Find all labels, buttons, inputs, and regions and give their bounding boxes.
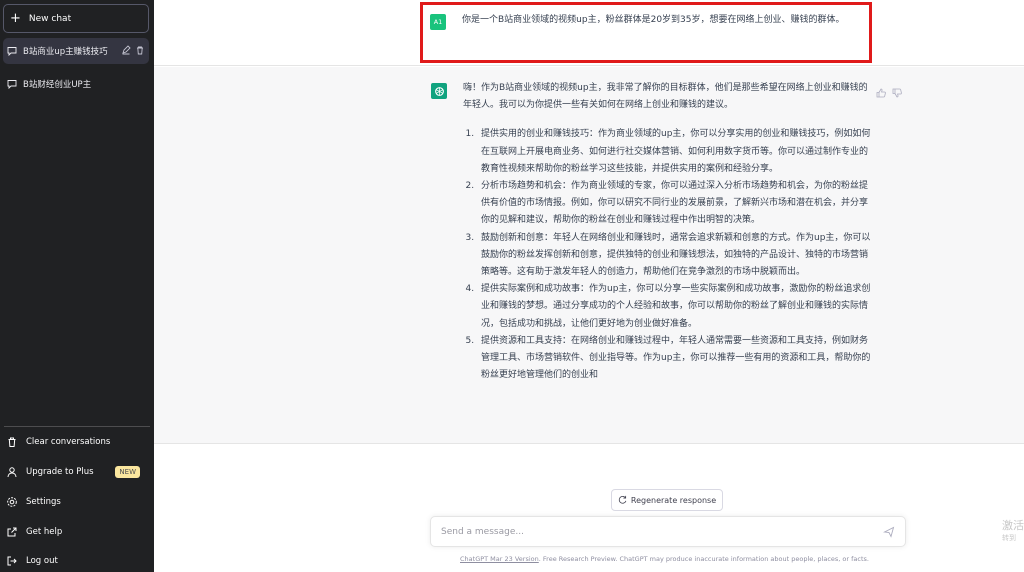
windows-activation-watermark: 激活 转到: [1002, 520, 1024, 544]
user-avatar: A1: [430, 14, 446, 30]
sidebar: + New chat B站商业up主赚钱技巧 B站财经创业UP主 Clear c…: [0, 0, 154, 572]
chatgpt-app: + New chat B站商业up主赚钱技巧 B站财经创业UP主 Clear c…: [0, 0, 1024, 572]
list-item: 提供实际案例和成功故事：作为up主，你可以分享一些实际案例和成功故事，激励你的粉…: [477, 281, 871, 333]
thumbs-up-icon[interactable]: [876, 83, 886, 102]
edit-icon[interactable]: [121, 44, 131, 58]
thumbs-down-icon[interactable]: [892, 83, 902, 102]
list-item: 提供资源和工具支持：在网络创业和赚钱过程中，年轻人通常需要一些资源和工具支持，例…: [477, 333, 871, 385]
upgrade-label: Upgrade to Plus: [26, 467, 94, 477]
upgrade-to-plus-button[interactable]: Upgrade to Plus NEW: [4, 460, 150, 484]
user-message-row: A1 你是一个B站商业领域的视频up主，粉丝群体是20岁到35岁，想要在网络上创…: [154, 0, 1024, 66]
delete-icon[interactable]: [135, 45, 145, 58]
external-link-icon: [6, 526, 18, 538]
footer-disclaimer: ChatGPT Mar 23 Version. Free Research Pr…: [460, 555, 880, 563]
user-icon: [6, 466, 18, 478]
logout-icon: [6, 555, 18, 567]
watermark-line1: 激活: [1002, 519, 1024, 532]
list-item: 分析市场趋势和机会：作为商业领域的专家，你可以通过深入分析市场趋势和机会，为你的…: [477, 178, 871, 230]
message-input[interactable]: [441, 523, 871, 541]
new-badge: NEW: [115, 466, 140, 478]
logout-label: Log out: [26, 556, 58, 566]
list-item: 鼓励创新和创意：年轻人在网络创业和赚钱时，通常会追求新颖和创意的方式。作为up主…: [477, 230, 871, 282]
footer-text: . Free Research Preview. ChatGPT may pro…: [538, 555, 869, 563]
chat-bubble-icon: [7, 79, 17, 89]
clear-conversations-button[interactable]: Clear conversations: [4, 430, 150, 454]
new-chat-label: New chat: [28, 13, 72, 24]
version-link[interactable]: ChatGPT Mar 23 Version: [460, 555, 539, 563]
assistant-message: 嗨！作为B站商业领域的视频up主，我非常了解你的目标群体，他们是那些希望在网络上…: [463, 80, 871, 384]
clear-label: Clear conversations: [26, 437, 111, 447]
watermark-line2: 转到: [1002, 534, 1016, 542]
conversation-label: B站商业up主赚钱技巧: [23, 47, 108, 57]
log-out-button[interactable]: Log out: [4, 549, 150, 572]
gear-icon: [6, 496, 18, 508]
new-chat-button[interactable]: + New chat: [3, 4, 149, 33]
sidebar-divider: [4, 426, 150, 427]
user-message: 你是一个B站商业领域的视频up主，粉丝群体是20岁到35岁，想要在网络上创业、赚…: [462, 15, 845, 25]
plus-icon: +: [10, 11, 21, 26]
assistant-list: 提供实用的创业和赚钱技巧：作为商业领域的up主，你可以分享实用的创业和赚钱技巧，…: [463, 126, 871, 384]
settings-button[interactable]: Settings: [4, 490, 150, 514]
assistant-intro: 嗨！作为B站商业领域的视频up主，我非常了解你的目标群体，他们是那些希望在网络上…: [463, 83, 868, 111]
settings-label: Settings: [26, 497, 61, 507]
chat-main: A1 你是一个B站商业领域的视频up主，粉丝群体是20岁到35岁，想要在网络上创…: [154, 0, 1024, 572]
conversation-item-active[interactable]: B站商业up主赚钱技巧: [3, 38, 149, 64]
list-item: 提供实用的创业和赚钱技巧：作为商业领域的up主，你可以分享实用的创业和赚钱技巧，…: [477, 126, 871, 178]
regenerate-response-button[interactable]: Regenerate response: [611, 489, 723, 511]
trash-icon: [6, 436, 18, 448]
send-icon[interactable]: [883, 526, 895, 538]
openai-logo-icon: [431, 83, 447, 99]
message-input-box: [430, 516, 906, 547]
feedback-buttons: [876, 83, 902, 102]
chat-bubble-icon: [7, 46, 17, 56]
refresh-icon: [618, 495, 627, 506]
assistant-message-row: 嗨！作为B站商业领域的视频up主，我非常了解你的目标群体，他们是那些希望在网络上…: [154, 67, 1024, 444]
help-label: Get help: [26, 527, 63, 537]
get-help-button[interactable]: Get help: [4, 520, 150, 544]
conversation-item[interactable]: B站财经创业UP主: [3, 71, 149, 97]
regenerate-label: Regenerate response: [630, 495, 717, 505]
conversation-label: B站财经创业UP主: [23, 80, 92, 90]
